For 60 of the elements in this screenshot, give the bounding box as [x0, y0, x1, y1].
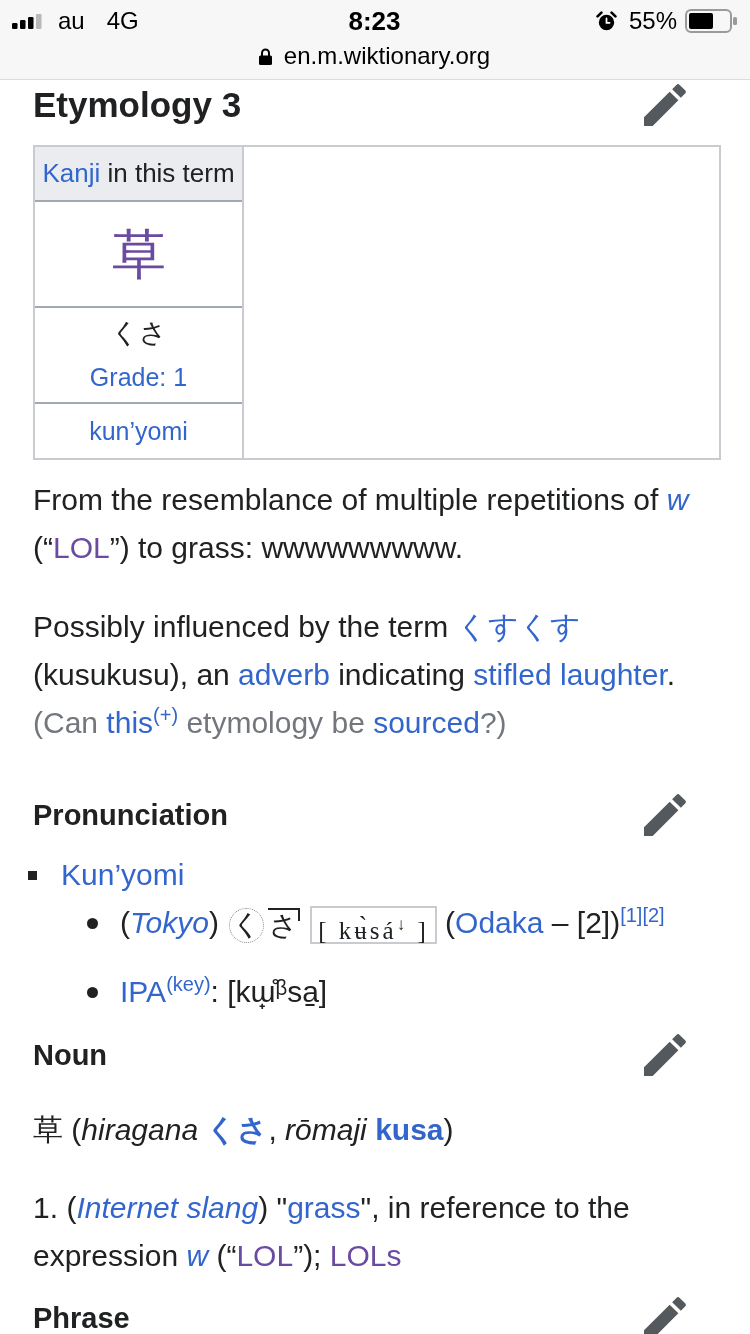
- text-link[interactable]: IPA: [120, 975, 167, 1008]
- text-link[interactable]: kusa: [375, 1113, 444, 1146]
- network-type: 4G: [106, 7, 139, 35]
- section-heading: Phrase: [33, 1300, 130, 1334]
- text-link[interactable]: stifled laughter: [473, 658, 667, 691]
- text-link[interactable]: LOLs: [329, 1239, 402, 1272]
- clock-time: 8:23: [348, 5, 401, 37]
- kana-mora: さ: [268, 907, 299, 943]
- phonetic-transcription: [ kʉ̀sá$^{↓}$ ]: [310, 906, 437, 945]
- carrier-name: au: [58, 7, 85, 35]
- definition-text: 1. (Internet slang) "grass", in reference to the expression w (“LOL”); LOLs: [33, 1190, 631, 1274]
- text-link[interactable]: adverb: [238, 658, 330, 691]
- pencil-icon: [644, 1034, 686, 1076]
- text-link[interactable]: くさ: [206, 1113, 269, 1146]
- text-link[interactable]: this: [106, 706, 154, 739]
- pronunciation-line: IPA$^{(key)}$: [kɯ̟̊ᵝsa̠]: [120, 972, 328, 1011]
- table-header-cell: Kanji in this term: [35, 147, 242, 202]
- footnote-link[interactable]: (+): [153, 704, 179, 726]
- bullet-dot-icon: [87, 917, 98, 929]
- footnote-link[interactable]: (key): [166, 973, 211, 995]
- bullet-dot-icon: [87, 986, 98, 998]
- text-link[interactable]: Tokyo: [130, 906, 209, 939]
- edit-button[interactable]: [644, 794, 686, 836]
- text-link[interactable]: LOL: [236, 1239, 294, 1272]
- text-link[interactable]: くすくす: [456, 610, 581, 643]
- signal-strength-icon: [12, 13, 42, 29]
- text-link[interactable]: grass: [287, 1191, 361, 1224]
- text-link[interactable]: w: [666, 483, 689, 516]
- section-heading: Pronunciation: [33, 797, 228, 833]
- text-link[interactable]: LOL: [53, 531, 110, 564]
- url-text[interactable]: en.m.wiktionary.org: [283, 42, 491, 70]
- battery-icon: [685, 9, 737, 33]
- text-link[interactable]: sourced: [373, 706, 480, 739]
- text-link[interactable]: Odaka: [455, 906, 544, 939]
- headword-line: 草 (hiragana くさ, rōmaji kusa): [33, 1112, 455, 1148]
- text-link[interactable]: kun’yomi: [89, 409, 188, 453]
- text-link[interactable]: w: [186, 1239, 209, 1272]
- paragraph: Possibly influenced by the term くすくす (kusukusu), an adverb indicating stifled laughter.: [33, 609, 677, 693]
- edit-button[interactable]: [644, 1034, 686, 1076]
- section-heading: Noun: [33, 1037, 108, 1073]
- text-link[interactable]: Internet slang: [76, 1191, 259, 1224]
- kana-reading: くさ: [110, 317, 167, 350]
- pencil-icon: [644, 794, 686, 836]
- section-heading: Etymology 3: [33, 84, 242, 126]
- headword: 草: [33, 1113, 63, 1146]
- edit-button[interactable]: [644, 84, 686, 126]
- battery-percentage: 55%: [628, 7, 677, 35]
- footnote-link[interactable]: [1]: [620, 904, 643, 926]
- paragraph: (Can this$^{(+)}$ etymology be sourced?): [33, 703, 508, 741]
- lock-icon: [258, 47, 272, 65]
- pencil-icon: [644, 1297, 686, 1334]
- alarm-clock-icon: [595, 10, 617, 32]
- footnote-link[interactable]: [2]: [642, 904, 665, 926]
- text-link[interactable]: Kun’yomi: [61, 858, 185, 891]
- edit-button[interactable]: [644, 1297, 686, 1334]
- pencil-icon: [644, 84, 686, 126]
- square-bullet-icon: [28, 870, 37, 880]
- text-link[interactable]: Grade: 1: [89, 355, 188, 399]
- paragraph: From the resemblance of multiple repetitions of w (“LOL”) to grass: wwwwwwwww.: [33, 482, 691, 566]
- text-link[interactable]: Kanji: [42, 158, 101, 188]
